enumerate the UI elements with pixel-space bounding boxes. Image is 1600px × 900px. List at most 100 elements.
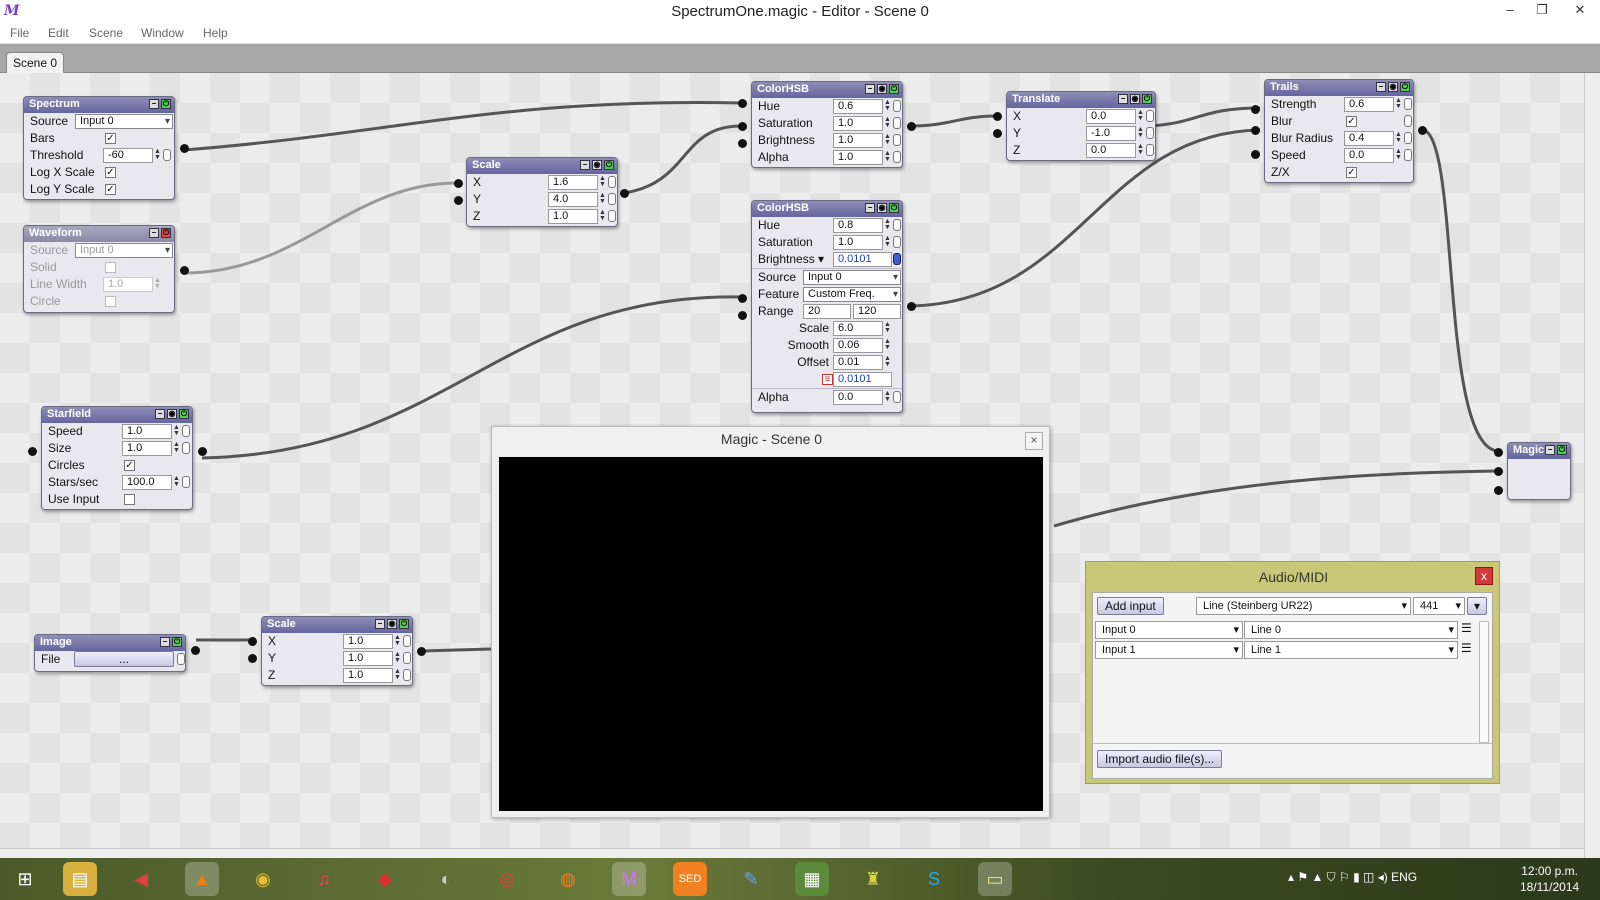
node-power-icon[interactable]: ⏻ — [161, 99, 171, 109]
scale1-output-port[interactable] — [620, 189, 629, 198]
blur-link-icon[interactable] — [1404, 115, 1412, 127]
image-node[interactable]: Image − ⏻ File... — [34, 634, 200, 672]
scale-node-1[interactable]: Scale − ◉ ⏻ X 1.6 ▲ ▼ Y 4.0 ▲ ▼ Z 1.0 ▲ ▼ — [454, 157, 629, 227]
node-power-icon[interactable]: ⏻ — [889, 203, 899, 213]
trails-node[interactable]: Trails − ◉ ⏻ Strength 0.6 ▲ ▼ Blur ✓ Blur Radi… — [1251, 79, 1427, 183]
hsb2-brightness-link-icon[interactable] — [893, 253, 901, 265]
input-row-menu-icon[interactable]: ☰ — [1461, 641, 1472, 655]
audio-device-dropdown[interactable]: Line (Steinberg UR22) — [1196, 597, 1411, 615]
folder-icon[interactable]: ▭ — [978, 862, 1012, 896]
node-power-icon[interactable]: ⏻ — [1142, 94, 1152, 104]
scale-node-2-header[interactable]: Scale − ◉ ⏻ — [262, 617, 412, 633]
hsb2-output-port[interactable] — [907, 302, 916, 311]
image-output-port[interactable] — [191, 646, 200, 655]
stars-link-icon[interactable] — [182, 476, 190, 488]
hsb1-alpha-link-icon[interactable] — [893, 151, 901, 163]
node-power-icon[interactable]: ⏻ — [172, 637, 182, 647]
result-menu-icon[interactable]: ≡ — [822, 374, 833, 385]
hsb1-alpha-stepper[interactable]: ▲ ▼ — [883, 150, 892, 164]
magic-app-icon[interactable]: M — [612, 862, 646, 896]
rate-menu-button[interactable]: ▾ — [1467, 597, 1487, 615]
hsb1-hue-input[interactable]: 0.6 — [833, 99, 883, 114]
sketchup-icon[interactable]: ◆ — [368, 862, 402, 896]
node-minimize-icon[interactable]: − — [865, 203, 875, 213]
spectrum-node[interactable]: Spectrum −⏻ Source Input 0 Bars ✓ Threshol… — [23, 96, 189, 200]
linewidth-input[interactable]: 1.0 — [103, 277, 153, 292]
scale1-x-port[interactable] — [454, 179, 463, 188]
circle-checkbox[interactable] — [105, 296, 116, 307]
menu-edit[interactable]: Edit — [48, 26, 69, 40]
node-minimize-icon[interactable]: − — [865, 84, 875, 94]
magic-header[interactable]: Magic − ⏻ — [1508, 443, 1570, 459]
input-row-menu-icon[interactable]: ☰ — [1461, 621, 1472, 635]
magic-output-node[interactable]: Magic − ⏻ — [1494, 442, 1571, 500]
hsb2-feature-dropdown[interactable]: Custom Freq. — [803, 287, 901, 302]
hsb1-saturation-input[interactable]: 1.0 — [833, 116, 883, 131]
blur-radius-input[interactable]: 0.4 — [1344, 131, 1394, 146]
audio-midi-window[interactable]: Audio/MIDI x Add input Line (Steinberg U… — [1085, 561, 1500, 784]
minimize-button[interactable]: – — [1494, 0, 1526, 22]
start-windows-icon[interactable]: ⊞ — [8, 862, 42, 896]
threshold-link-icon[interactable] — [163, 149, 171, 161]
hsb1-hue-stepper[interactable]: ▲ ▼ — [883, 99, 892, 113]
hsb2-scale-stepper[interactable]: ▲ ▼ — [883, 321, 892, 335]
scale-node-2[interactable]: Scale − ◉ ⏻ X 1.0 ▲ ▼ Y 1.0 ▲ ▼ Z 1.0 ▲ ▼ — [248, 616, 426, 686]
hsb2-saturation-stepper[interactable]: ▲ ▼ — [883, 235, 892, 249]
circles-checkbox[interactable]: ✓ — [124, 460, 135, 471]
skype-icon[interactable]: S — [917, 862, 951, 896]
logx-checkbox[interactable]: ✓ — [105, 167, 116, 178]
tab-scene-0[interactable]: Scene 0 — [6, 52, 64, 74]
trails-speed-input[interactable]: 0.0 — [1344, 148, 1394, 163]
speed-input[interactable]: 1.0 — [122, 424, 172, 439]
zx-checkbox[interactable]: ✓ — [1346, 167, 1357, 178]
colorhsb1-header[interactable]: ColorHSB − ◉ ⏻ — [752, 82, 902, 98]
hsb1-sat-port[interactable] — [738, 122, 747, 131]
vlc-icon[interactable]: ▲ — [185, 862, 219, 896]
node-solo-icon[interactable]: ◉ — [1388, 82, 1398, 92]
scale2-y-port[interactable] — [248, 654, 257, 663]
colorhsb2-header[interactable]: ColorHSB − ◉ ⏻ — [752, 201, 902, 217]
input-line-dropdown[interactable]: Line 1 — [1244, 641, 1458, 659]
hsb2-alpha-stepper[interactable]: ▲ ▼ — [883, 390, 892, 404]
spectrum-node-header[interactable]: Spectrum − ⏻ — [24, 97, 174, 113]
scale1-z-stepper[interactable]: ▲ ▼ — [598, 209, 607, 223]
translate-y-stepper[interactable]: ▲ ▼ — [1136, 126, 1145, 140]
scale2-y-link-icon[interactable] — [403, 652, 411, 664]
waveform-output-port[interactable] — [180, 266, 189, 275]
canvas-horizontal-scrollbar[interactable] — [0, 848, 1584, 858]
node-minimize-icon[interactable]: − — [1118, 94, 1128, 104]
waveform-source-dropdown[interactable]: Input 0 — [75, 243, 173, 258]
hsb1-brightness-link-icon[interactable] — [893, 134, 901, 146]
hsb2-range-port[interactable] — [738, 311, 747, 320]
stars-input[interactable]: 100.0 — [122, 475, 172, 490]
menu-scene[interactable]: Scene — [89, 26, 123, 40]
file-explorer-icon[interactable]: ▤ — [63, 862, 97, 896]
magic-input-port-1[interactable] — [1494, 448, 1503, 457]
scale2-y-stepper[interactable]: ▲ ▼ — [393, 651, 402, 665]
scale1-y-link-icon[interactable] — [608, 193, 616, 205]
chrome-icon[interactable]: ◉ — [246, 862, 280, 896]
starfield-output-port[interactable] — [198, 447, 207, 456]
menu-window[interactable]: Window — [141, 26, 184, 40]
translate-z-link-icon[interactable] — [1146, 144, 1154, 156]
hsb1-alpha-input[interactable]: 1.0 — [833, 150, 883, 165]
scale1-y-input[interactable]: 4.0 — [548, 192, 598, 207]
scale2-x-link-icon[interactable] — [403, 635, 411, 647]
node-solo-icon[interactable]: ◉ — [167, 409, 177, 419]
solid-checkbox[interactable] — [105, 262, 116, 273]
waveform-node-header[interactable]: Waveform − ⏻ — [24, 226, 174, 242]
recorder-icon[interactable]: ◎ — [490, 862, 524, 896]
sample-rate-dropdown[interactable]: 441 — [1413, 597, 1465, 615]
speed-stepper[interactable]: ▲ ▼ — [172, 424, 181, 438]
hsb2-offset-stepper[interactable]: ▲ ▼ — [883, 355, 892, 369]
scale1-y-port[interactable] — [454, 196, 463, 205]
game-icon[interactable]: ♜ — [856, 862, 890, 896]
node-minimize-icon[interactable]: − — [1545, 445, 1555, 455]
hsb1-brightness-input[interactable]: 1.0 — [833, 133, 883, 148]
node-solo-icon[interactable]: ◉ — [877, 203, 887, 213]
trails-speed-stepper[interactable]: ▲ ▼ — [1394, 148, 1403, 162]
node-minimize-icon[interactable]: − — [155, 409, 165, 419]
node-power-icon[interactable]: ⏻ — [179, 409, 189, 419]
speed-link-icon[interactable] — [182, 425, 190, 437]
scale1-z-link-icon[interactable] — [608, 210, 616, 222]
